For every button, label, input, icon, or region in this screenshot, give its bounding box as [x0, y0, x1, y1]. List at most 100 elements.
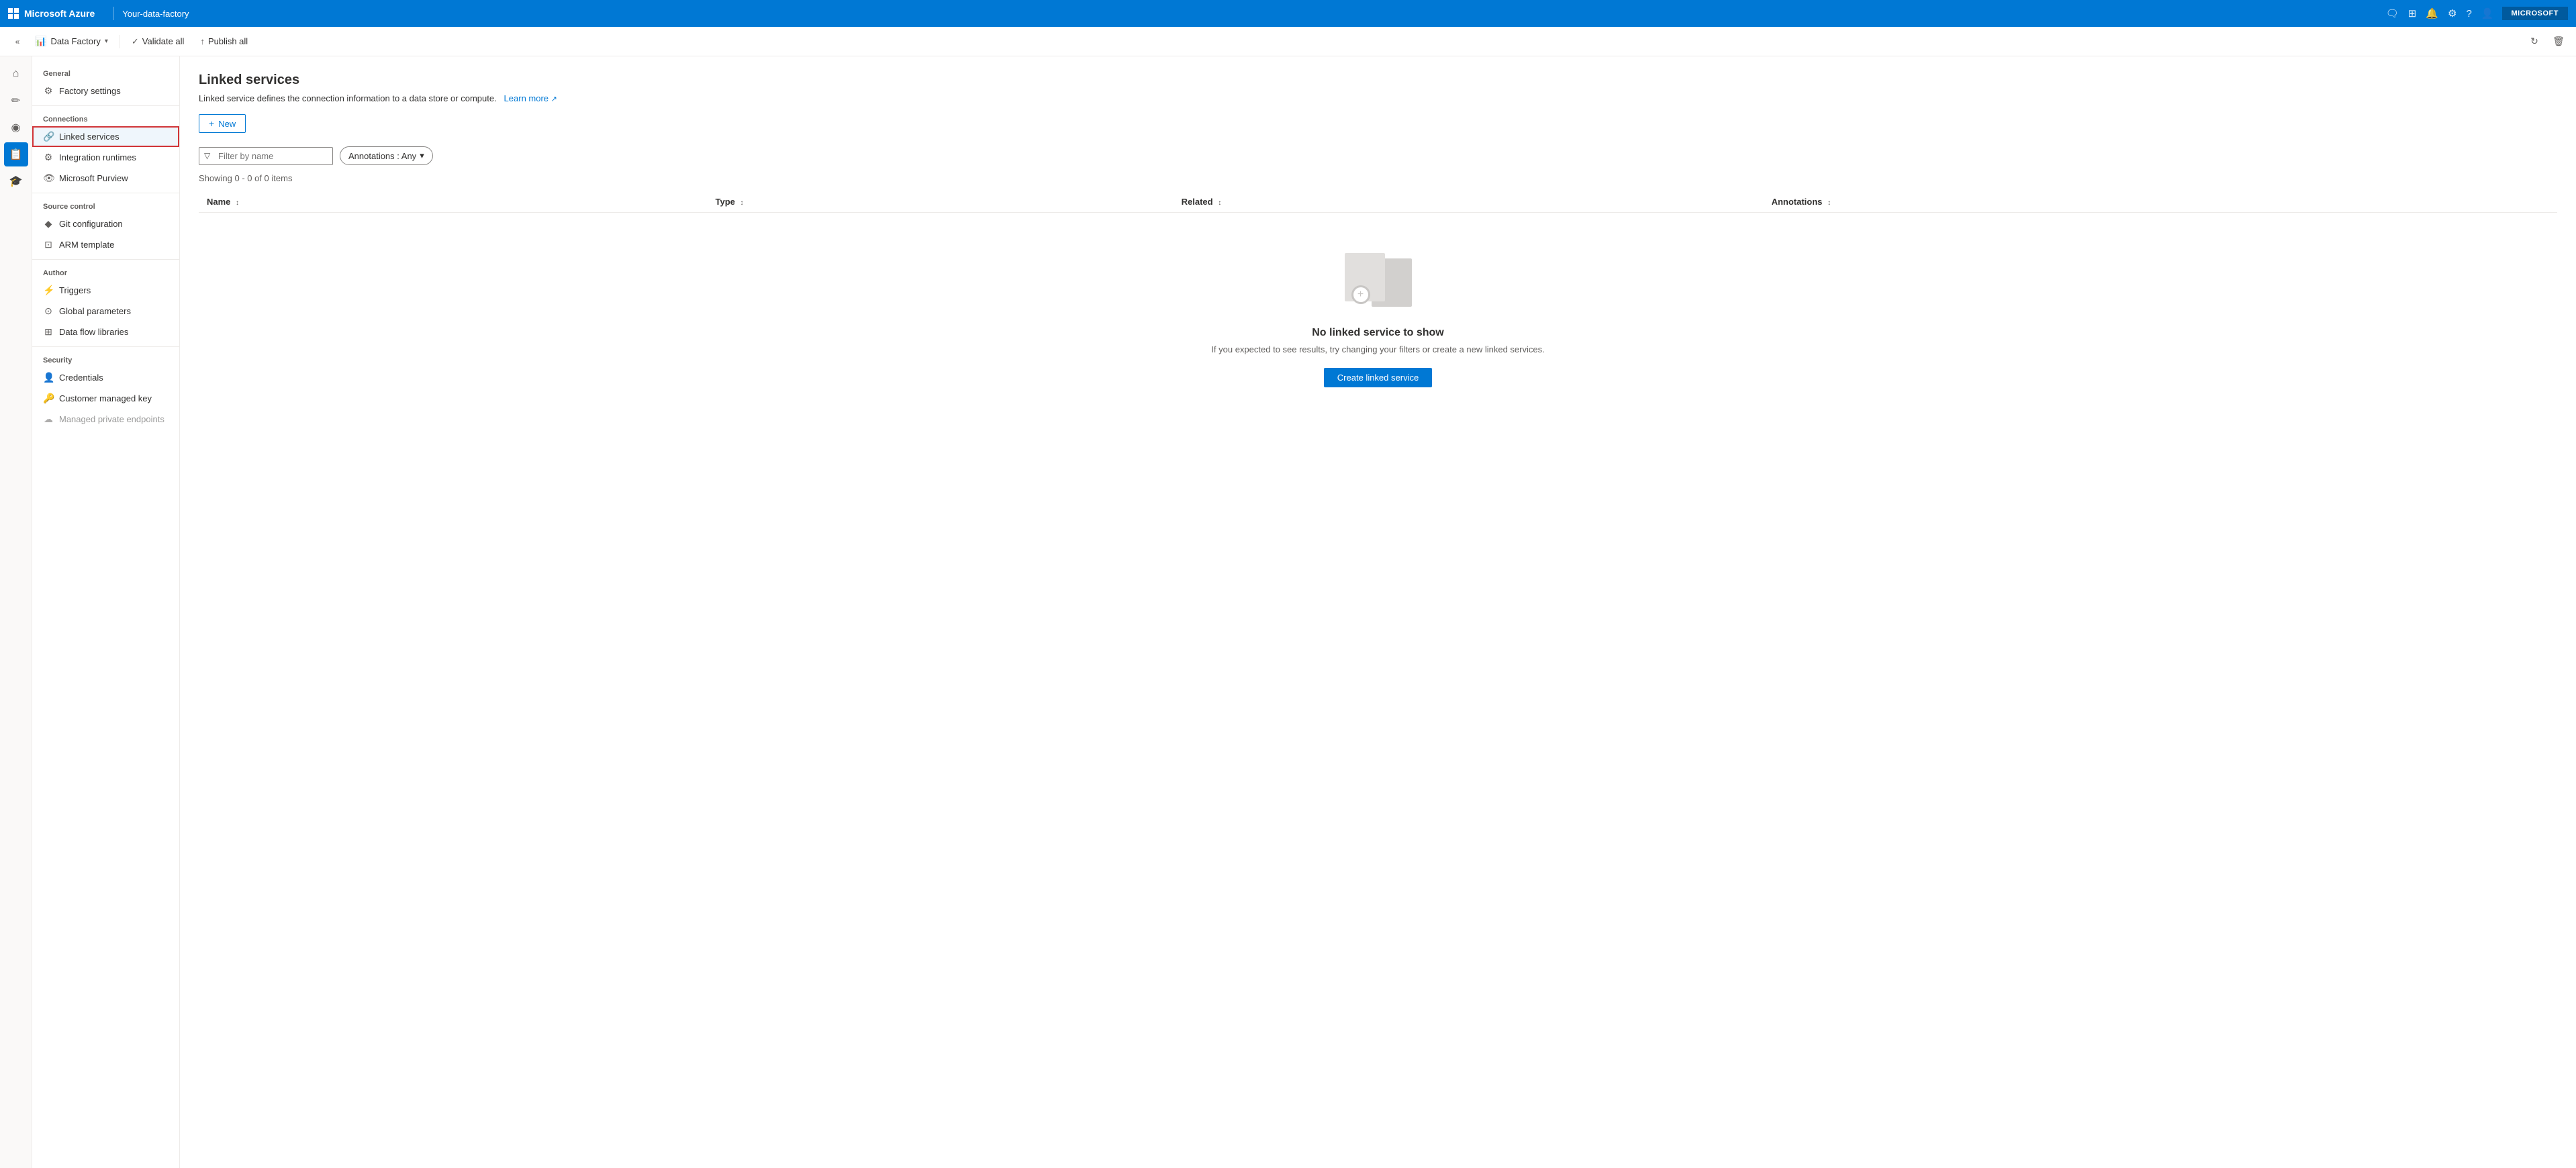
refresh-button[interactable]: ↻: [2525, 32, 2544, 51]
create-btn-label: Create linked service: [1337, 373, 1419, 383]
col-header-related[interactable]: Related ↕: [1174, 191, 1764, 213]
col-annotations-label: Annotations: [1772, 197, 1823, 207]
cloud-icon: ☁: [43, 413, 54, 425]
sidebar-item-managed-private-endpoints: ☁ Managed private endpoints: [32, 409, 179, 430]
factory-settings-icon: ⚙: [43, 85, 54, 97]
data-table: Name ↕ Type ↕ Related ↕ Annotations ↕: [199, 191, 2557, 213]
discard-button[interactable]: 🗑: [2549, 32, 2568, 51]
filter-icon: ▽: [204, 151, 210, 160]
nav-author-button[interactable]: ✏: [4, 89, 28, 113]
validate-icon: ✓: [132, 36, 139, 47]
linked-services-icon: 🔗: [43, 131, 54, 142]
doc-plus-icon: +: [1351, 285, 1370, 304]
windows-logo-icon: [8, 8, 19, 19]
triggers-icon: ⚡: [43, 285, 54, 296]
sidebar-item-microsoft-purview[interactable]: 👁 Microsoft Purview: [32, 168, 179, 189]
annotations-button[interactable]: Annotations : Any ▾: [340, 146, 433, 165]
filter-input[interactable]: [199, 147, 333, 165]
purview-icon: 👁: [43, 173, 54, 184]
main-layout: ⌂ ✏ ◉ 📋 🎓 General ⚙ Factory settings Con…: [0, 56, 2576, 1168]
security-section-label: Security: [32, 351, 179, 367]
nav-icons: ⌂ ✏ ◉ 📋 🎓: [0, 56, 32, 1168]
content-area: Linked services Linked service defines t…: [180, 56, 2576, 1168]
col-annotations-sort-icon: ↕: [1827, 199, 1831, 207]
validate-all-button[interactable]: ✓ Validate all: [125, 31, 191, 52]
plus-icon: +: [209, 118, 214, 129]
sidebar-item-factory-settings[interactable]: ⚙ Factory settings: [32, 81, 179, 101]
data-factory-icon: 📊: [35, 36, 46, 47]
sidebar: General ⚙ Factory settings Connections 🔗…: [32, 56, 180, 1168]
sidebar-item-global-parameters[interactable]: ⊙ Global parameters: [32, 301, 179, 322]
user-icon[interactable]: 👤: [2481, 7, 2494, 19]
top-bar: Microsoft Azure Your-data-factory 🗨 ⊞ 🔔 …: [0, 0, 2576, 27]
collapse-button[interactable]: «: [8, 32, 27, 51]
nav-learn-button[interactable]: 🎓: [4, 169, 28, 193]
col-header-annotations[interactable]: Annotations ↕: [1764, 191, 2557, 213]
git-configuration-label: Git configuration: [59, 219, 123, 229]
sidebar-item-data-flow-libraries[interactable]: ⊞ Data flow libraries: [32, 322, 179, 342]
publish-icon: ↑: [200, 36, 205, 46]
help-icon[interactable]: ?: [2466, 8, 2471, 19]
annotations-label: Annotations : Any: [348, 151, 416, 161]
page-title: Linked services: [199, 72, 2557, 88]
linked-services-label: Linked services: [59, 132, 120, 142]
key-icon: 🔑: [43, 393, 54, 404]
top-bar-icons: 🗨 ⊞ 🔔 ⚙ ? 👤: [2386, 7, 2494, 19]
git-icon: ◆: [43, 218, 54, 230]
sidebar-item-customer-managed-key[interactable]: 🔑 Customer managed key: [32, 388, 179, 409]
new-button[interactable]: + New: [199, 114, 246, 133]
col-type-sort-icon: ↕: [741, 199, 744, 207]
col-related-sort-icon: ↕: [1218, 199, 1221, 207]
notification-icon[interactable]: 🔔: [2426, 7, 2438, 19]
nav-manage-button[interactable]: 📋: [4, 142, 28, 166]
data-factory-section[interactable]: 📊 Data Factory ▾: [30, 31, 113, 52]
global-parameters-label: Global parameters: [59, 306, 131, 316]
nav-monitor-button[interactable]: ◉: [4, 115, 28, 140]
nav-home-button[interactable]: ⌂: [4, 62, 28, 86]
managed-private-endpoints-label: Managed private endpoints: [59, 414, 164, 424]
credentials-icon: 👤: [43, 372, 54, 383]
empty-state-description: If you expected to see results, try chan…: [1211, 344, 1544, 354]
sidebar-item-triggers[interactable]: ⚡ Triggers: [32, 280, 179, 301]
chevron-down-icon: ▾: [105, 38, 108, 45]
table-header: Name ↕ Type ↕ Related ↕ Annotations ↕: [199, 191, 2557, 213]
second-toolbar: « 📊 Data Factory ▾ ✓ Validate all ↑ Publ…: [0, 27, 2576, 56]
triggers-label: Triggers: [59, 285, 91, 295]
sidebar-divider-3: [32, 259, 179, 260]
brand: Microsoft Azure: [8, 8, 95, 19]
col-header-type[interactable]: Type ↕: [708, 191, 1174, 213]
sidebar-item-integration-runtimes[interactable]: ⚙ Integration runtimes: [32, 147, 179, 168]
user-label[interactable]: MICROSOFT: [2502, 7, 2569, 20]
col-header-name[interactable]: Name ↕: [199, 191, 708, 213]
top-bar-divider: [113, 7, 114, 20]
empty-state-title: No linked service to show: [1312, 327, 1444, 339]
sidebar-divider-1: [32, 105, 179, 106]
factory-name-label: Your-data-factory: [122, 9, 189, 19]
global-params-icon: ⊙: [43, 305, 54, 317]
general-section-label: General: [32, 64, 179, 81]
col-name-sort-icon: ↕: [236, 199, 239, 207]
validate-all-label: Validate all: [142, 36, 185, 46]
feedback-icon[interactable]: 🗨: [2386, 7, 2399, 19]
portal-icon[interactable]: ⊞: [2408, 7, 2417, 19]
col-type-label: Type: [716, 197, 735, 207]
empty-state: + No linked service to show If you expec…: [199, 213, 2557, 428]
learn-more-link[interactable]: Learn more ↗: [504, 93, 557, 103]
source-control-section-label: Source control: [32, 197, 179, 213]
sidebar-item-git-configuration[interactable]: ◆ Git configuration: [32, 213, 179, 234]
customer-managed-key-label: Customer managed key: [59, 393, 152, 403]
data-flow-libraries-label: Data flow libraries: [59, 327, 128, 337]
create-linked-service-button[interactable]: Create linked service: [1324, 368, 1432, 387]
sidebar-item-linked-services[interactable]: 🔗 Linked services: [32, 126, 179, 147]
empty-state-illustration: +: [1345, 253, 1412, 313]
integration-runtimes-icon: ⚙: [43, 152, 54, 163]
sidebar-item-arm-template[interactable]: ⊡ ARM template: [32, 234, 179, 255]
description-text: Linked service defines the connection in…: [199, 93, 497, 103]
publish-all-label: Publish all: [208, 36, 248, 46]
settings-icon[interactable]: ⚙: [2448, 7, 2456, 19]
col-name-label: Name: [207, 197, 230, 207]
filter-bar: ▽ Annotations : Any ▾: [199, 146, 2557, 165]
sidebar-divider-4: [32, 346, 179, 347]
publish-all-button[interactable]: ↑ Publish all: [193, 31, 254, 52]
sidebar-item-credentials[interactable]: 👤 Credentials: [32, 367, 179, 388]
